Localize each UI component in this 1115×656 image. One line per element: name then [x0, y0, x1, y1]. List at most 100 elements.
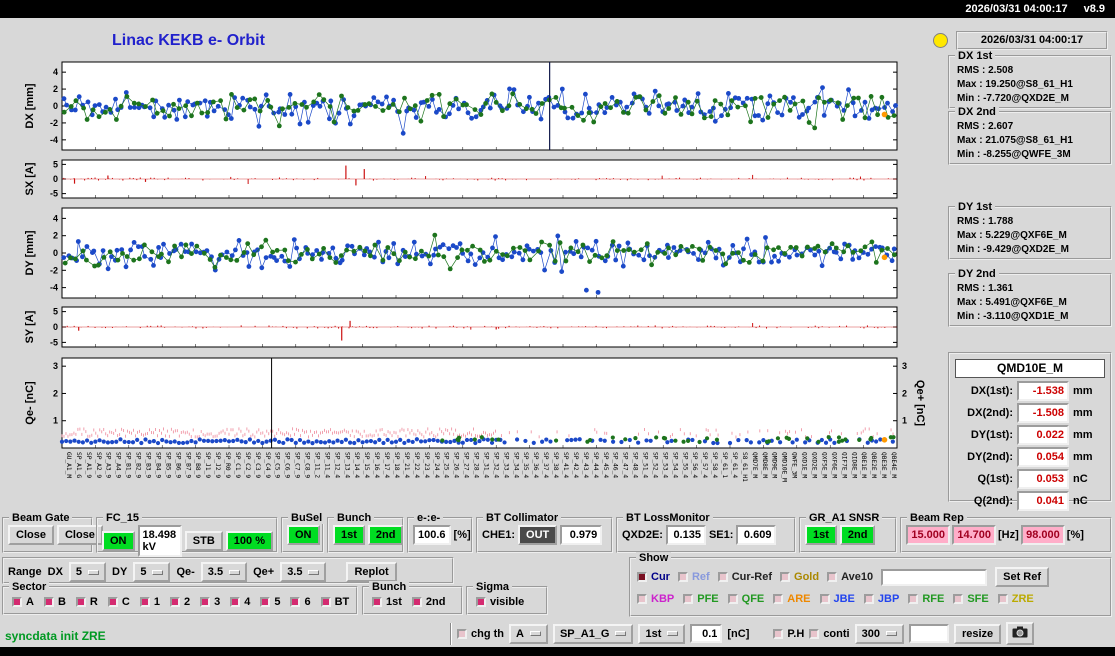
checkbox-2nd[interactable]: 2nd — [411, 596, 445, 608]
range-dy-select[interactable]: 5 — [133, 562, 171, 582]
fc15-percent-button[interactable]: 100 % — [225, 531, 273, 551]
svg-text:SP_C4_9: SP_C4_9 — [264, 452, 271, 478]
camera-button[interactable] — [1006, 622, 1035, 645]
ee-ratio-readout: 100.6 — [413, 525, 451, 545]
monitor-row-label: Q(2nd): — [973, 495, 1013, 507]
monitor-row-label: Q(1st): — [977, 473, 1013, 485]
checkbox-zre[interactable]: ZRE — [997, 593, 1034, 605]
snsr-1st-button[interactable]: 1st — [805, 525, 837, 545]
beam-gate-close-button-1[interactable]: Close — [8, 525, 54, 545]
svg-text:SP_16_4: SP_16_4 — [373, 452, 380, 478]
svg-text:SP_41_4: SP_41_4 — [562, 452, 569, 478]
range-qem-select[interactable]: 3.5 — [200, 562, 248, 582]
group-label: BT LossMonitor — [623, 512, 713, 524]
bunch-1st-button[interactable]: 1st — [333, 525, 365, 545]
svg-text:-2: -2 — [50, 265, 58, 275]
checkbox-3[interactable]: 3 — [200, 596, 220, 608]
checkbox-4[interactable]: 4 — [230, 596, 250, 608]
bunch-select[interactable]: 1st — [638, 623, 686, 644]
sigma-group: Sigma visible — [466, 581, 548, 615]
snsr-2nd-button[interactable]: 2nd — [839, 525, 876, 545]
range-qep-select[interactable]: 3.5 — [280, 562, 327, 582]
checkbox-indicator — [139, 597, 150, 607]
beam-rep-hz-label: [Hz] — [998, 529, 1019, 541]
fc15-on-button[interactable]: ON — [102, 531, 135, 551]
checkbox-are[interactable]: ARE — [773, 593, 811, 605]
bunch-filter-group: Bunch 1st 2nd — [362, 581, 463, 615]
checkbox-kbp[interactable]: KBP — [637, 593, 674, 605]
checkbox-sfe[interactable]: SFE — [953, 593, 989, 605]
checkbox-r[interactable]: R — [75, 596, 98, 608]
svg-text:SP_B5_9: SP_B5_9 — [164, 452, 171, 478]
checkbox-ph[interactable]: P.H — [773, 628, 804, 640]
monitor-row-unit: mm — [1073, 385, 1093, 397]
checkbox-indicator — [230, 597, 241, 607]
checkbox-ref[interactable]: Ref — [677, 571, 710, 583]
svg-text:SP_A3_9: SP_A3_9 — [105, 452, 112, 478]
checkbox-indicator — [717, 572, 728, 582]
replot-button[interactable]: Replot — [346, 562, 397, 582]
che1-out-button[interactable]: OUT — [518, 525, 558, 545]
checkbox-ave10[interactable]: Ave10 — [827, 571, 873, 583]
svg-text:2: 2 — [53, 84, 58, 94]
svg-text:SP_57_4: SP_57_4 — [701, 452, 708, 478]
sector-select[interactable]: A — [509, 623, 548, 644]
checkbox-rfe[interactable]: RFE — [908, 593, 944, 605]
monitor-row-label: DX(1st): — [970, 385, 1013, 397]
checkbox-1[interactable]: 1 — [139, 596, 160, 608]
svg-text:QXD1E_M: QXD1E_M — [801, 452, 808, 478]
monitor-row-value: 0.041 — [1017, 491, 1069, 511]
checkbox-indicator — [169, 597, 180, 607]
checkbox-gold[interactable]: Gold — [780, 571, 819, 583]
svg-text:SP_B6_9: SP_B6_9 — [174, 452, 181, 478]
bunch-2nd-button[interactable]: 2nd — [367, 525, 404, 545]
svg-text:SP_48_4: SP_48_4 — [632, 452, 639, 478]
checkbox-1st[interactable]: 1st — [372, 596, 402, 608]
checkbox-label: JBP — [877, 593, 900, 605]
fc15-stb-button[interactable]: STB — [184, 531, 223, 551]
range-qep-value: 3.5 — [287, 566, 303, 578]
checkbox-b[interactable]: B — [43, 596, 66, 608]
range-dx-select[interactable]: 5 — [68, 562, 107, 582]
checkbox-visible[interactable]: visible — [476, 596, 524, 608]
device-select[interactable]: SP_A1_G — [552, 623, 634, 644]
blank-input[interactable] — [908, 624, 949, 643]
checkbox-indicator — [727, 594, 738, 604]
checkbox-jbp[interactable]: JBP — [863, 593, 900, 605]
range-label: Range — [8, 566, 42, 578]
checkbox-6[interactable]: 6 — [290, 596, 311, 608]
count-select[interactable]: 300 — [854, 623, 904, 644]
svg-text:SY [A]: SY [A] — [24, 310, 36, 343]
checkbox-indicator — [372, 597, 382, 607]
checkbox-label: Ref — [691, 571, 710, 583]
checkbox-5[interactable]: 5 — [260, 596, 280, 608]
checkbox-conti[interactable]: conti — [809, 628, 850, 640]
monitor-row-unit: nC — [1073, 473, 1088, 485]
checkbox-indicator — [677, 572, 688, 582]
checkbox-cur[interactable]: Cur — [637, 571, 670, 583]
checkbox-qfe[interactable]: QFE — [727, 593, 764, 605]
svg-text:SP_58_4: SP_58_4 — [711, 452, 718, 478]
checkbox-pfe[interactable]: PFE — [683, 593, 719, 605]
checkbox-jbe[interactable]: JBE — [819, 593, 855, 605]
svg-text:SP_44_4: SP_44_4 — [592, 452, 599, 478]
checkbox-c[interactable]: C — [107, 596, 130, 608]
resize-button[interactable]: resize — [953, 623, 1002, 644]
svg-text:QWFE_3M: QWFE_3M — [791, 452, 798, 478]
checkbox-indicator — [107, 597, 118, 607]
chg-th-label: chg th — [471, 627, 504, 640]
checkbox-chg-th[interactable]: chg th — [457, 628, 504, 640]
checkbox-cur-ref[interactable]: Cur-Ref — [717, 571, 772, 583]
svg-text:SP_C2_9: SP_C2_9 — [244, 452, 251, 478]
checkbox-a[interactable]: A — [12, 596, 34, 608]
svg-text:SP_17_4: SP_17_4 — [383, 452, 390, 478]
checkbox-bt[interactable]: BT — [320, 596, 349, 608]
ref-name-input[interactable] — [881, 568, 988, 586]
busel-on-button[interactable]: ON — [287, 525, 320, 545]
checkbox-2[interactable]: 2 — [169, 596, 190, 608]
svg-text:SP_B1_9: SP_B1_9 — [125, 452, 132, 478]
set-ref-button[interactable]: Set Ref — [995, 567, 1050, 587]
threshold-input[interactable] — [690, 624, 723, 643]
svg-text:-5: -5 — [50, 337, 58, 347]
svg-text:1: 1 — [53, 416, 58, 426]
